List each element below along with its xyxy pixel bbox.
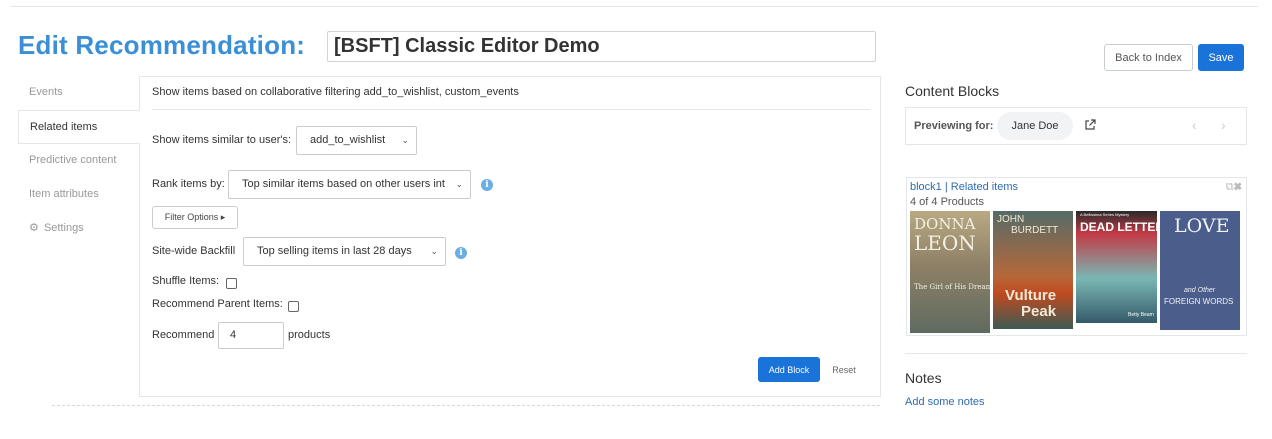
chevron-down-icon: ⌄ xyxy=(455,179,463,189)
nav-item-label: Events xyxy=(29,86,63,98)
book-title: DEAD LETTER xyxy=(1080,220,1157,234)
chevron-left-icon[interactable]: ‹ xyxy=(1192,117,1197,133)
products-label: products xyxy=(288,329,331,341)
panel-heading: Show items based on collaborative filter… xyxy=(152,86,519,98)
notes-divider xyxy=(905,353,1247,354)
recommend-label: Recommend xyxy=(152,329,215,341)
similar-select-value: add_to_wishlist xyxy=(310,134,386,146)
block-product-count: 4 of 4 Products xyxy=(910,196,984,208)
backfill-select-value: Top selling items in last 28 days xyxy=(257,245,412,257)
parent-items-label: Recommend Parent Items: xyxy=(152,298,283,310)
book-author: BURDETT xyxy=(1011,225,1059,236)
external-link-icon[interactable] xyxy=(1084,118,1096,136)
add-notes-link[interactable]: Add some notes xyxy=(905,396,985,408)
book-title: The Girl of His Dreams xyxy=(914,283,990,291)
content-block-card: block1 | Related items 4 of 4 Products ⧉… xyxy=(906,177,1247,336)
book-author: Betty Beam xyxy=(1128,312,1154,318)
shuffle-label: Shuffle Items: xyxy=(152,275,220,287)
nav-item-settings[interactable]: ⚙ Settings xyxy=(18,212,140,246)
save-button[interactable]: Save xyxy=(1198,44,1244,71)
reset-button[interactable]: Reset xyxy=(826,357,862,382)
book-title: LOVE xyxy=(1174,215,1230,237)
nav-item-item-attributes[interactable]: Item attributes xyxy=(18,178,140,212)
info-icon[interactable]: i xyxy=(481,179,493,191)
filter-options-button[interactable]: Filter Options ▸ xyxy=(152,206,238,229)
nav-item-events[interactable]: Events xyxy=(18,76,140,110)
notes-title: Notes xyxy=(905,370,942,386)
book-series: A Bel­lissima Series Mystery xyxy=(1080,212,1130,217)
previewing-label: Previewing for: xyxy=(914,120,994,132)
recommend-count-input[interactable]: 4 xyxy=(218,322,284,349)
copy-icon[interactable]: ⧉ xyxy=(1226,181,1234,193)
back-to-index-button[interactable]: Back to Index xyxy=(1104,44,1193,71)
recommendation-name-input[interactable] xyxy=(327,31,876,62)
product-card[interactable]: A Bel­lissima Series Mystery DEAD LETTER… xyxy=(1076,211,1157,323)
add-block-button[interactable]: Add Block xyxy=(758,357,820,382)
chevron-right-icon[interactable]: › xyxy=(1221,117,1226,133)
product-card[interactable]: LOVE and Other FOREIGN WORDS xyxy=(1160,211,1240,330)
book-title: Vulture xyxy=(1005,287,1057,304)
preview-bar: Previewing for: Jane Doe ‹ › xyxy=(905,107,1247,145)
backfill-label: Site-wide Backfill xyxy=(152,245,236,257)
book-author: LEON xyxy=(914,231,976,255)
chevron-down-icon: ⌄ xyxy=(401,135,409,145)
chevron-down-icon: ⌄ xyxy=(430,246,438,256)
block-tools: ⧉✖ xyxy=(1226,181,1242,194)
bottom-divider xyxy=(52,405,880,406)
close-icon[interactable]: ✖ xyxy=(1234,181,1242,193)
product-card[interactable]: JOHN BURDETT Vulture Peak xyxy=(993,211,1073,329)
nav-item-predictive-content[interactable]: Predictive content xyxy=(18,144,140,178)
shuffle-checkbox[interactable] xyxy=(226,278,237,289)
similar-select[interactable]: add_to_wishlist ⌄ xyxy=(296,126,417,155)
block-name-link[interactable]: block1 | Related items xyxy=(910,181,1018,193)
product-card[interactable]: DONNA LEON The Girl of His Dreams xyxy=(910,211,990,333)
backfill-select[interactable]: Top selling items in last 28 days ⌄ xyxy=(243,237,446,266)
nav-item-label: Predictive content xyxy=(29,154,117,166)
book-title: FOREIGN WORDS xyxy=(1164,297,1234,306)
top-divider xyxy=(10,6,1258,7)
nav-item-label: Item attributes xyxy=(29,188,99,200)
panel-divider xyxy=(152,109,870,110)
similar-label: Show items similar to user's: xyxy=(152,134,292,146)
gear-icon: ⚙ xyxy=(29,222,39,234)
info-icon[interactable]: i xyxy=(455,247,467,259)
page-title: Edit Recommendation: xyxy=(18,30,306,60)
book-title: Peak xyxy=(1021,303,1057,320)
rank-label: Rank items by: xyxy=(152,178,225,190)
parent-items-checkbox[interactable] xyxy=(288,301,299,312)
book-subtitle: and Other xyxy=(1184,287,1216,294)
nav-item-related-items[interactable]: Related items xyxy=(18,110,140,144)
content-blocks-title: Content Blocks xyxy=(905,83,1000,99)
related-items-panel: Show items based on collaborative filter… xyxy=(139,76,881,397)
nav-item-label: Related items xyxy=(30,121,98,133)
rank-select[interactable]: Top similar items based on other users i… xyxy=(228,170,471,199)
nav-item-label: Settings xyxy=(43,222,84,234)
left-nav: Events Related items Predictive content … xyxy=(18,76,140,246)
preview-user-chip[interactable]: Jane Doe xyxy=(997,112,1073,140)
book-author: JOHN xyxy=(997,214,1025,225)
rank-select-value: Top similar items based on other users i… xyxy=(242,178,445,190)
